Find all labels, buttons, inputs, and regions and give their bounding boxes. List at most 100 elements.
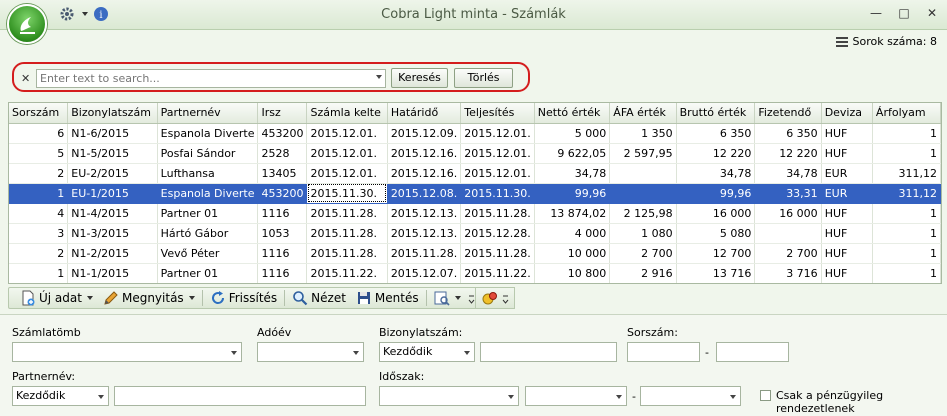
column-header[interactable]: Deviza [821, 103, 873, 124]
table-cell[interactable]: 10 800 [534, 263, 611, 283]
application-menu-button[interactable] [7, 4, 47, 44]
table-cell[interactable]: N1-2/2015 [67, 243, 158, 264]
table-cell[interactable]: 2015.12.01. [460, 163, 535, 184]
table-cell[interactable]: 2015.11.28. [460, 243, 535, 264]
table-cell[interactable]: 3 [9, 223, 69, 244]
column-header[interactable]: Fizetendő [754, 103, 822, 124]
search-dropdown-icon[interactable] [376, 75, 382, 79]
table-cell[interactable]: 2015.11.28. [306, 223, 388, 244]
search-field[interactable] [36, 69, 386, 88]
table-cell[interactable]: 2015.11.22. [460, 263, 535, 283]
table-cell[interactable]: 1 350 [609, 123, 677, 144]
table-cell[interactable]: 2 125,98 [609, 203, 677, 224]
table-cell[interactable]: 1 [9, 183, 69, 204]
table-cell[interactable]: 1116 [257, 203, 308, 224]
table-cell[interactable]: 1116 [257, 263, 308, 283]
table-cell[interactable]: 2015.12.01. [306, 163, 388, 184]
table-cell[interactable]: 2 [9, 163, 69, 184]
table-cell[interactable]: N1-1/2015 [67, 263, 158, 283]
table-cell[interactable]: HUF [821, 263, 873, 283]
column-header[interactable]: Határidő [387, 103, 462, 124]
table-row[interactable]: 6 N1-6/2015 Espanola Diverte 453200 2015.12.… [9, 123, 941, 144]
table-cell[interactable]: 12 700 [676, 243, 756, 264]
table-cell[interactable]: 2015.12.16. [387, 143, 462, 164]
column-header[interactable]: Árfolyam [872, 103, 941, 124]
print-button[interactable] [429, 288, 466, 308]
minimize-button[interactable]: — [869, 6, 883, 20]
save-button[interactable]: Mentés [351, 288, 424, 308]
table-cell[interactable]: 33,31 [754, 183, 822, 204]
table-cell[interactable]: 1 [872, 143, 941, 164]
table-cell[interactable]: 2015.11.22. [306, 263, 388, 283]
view-button[interactable]: Nézet [287, 288, 351, 308]
table-cell[interactable]: 1116 [257, 243, 308, 264]
table-cell[interactable]: Partner 01 [157, 203, 259, 224]
table-cell[interactable]: 2015.12.01. [460, 123, 535, 144]
table-cell[interactable]: 9 622,05 [534, 143, 611, 164]
table-cell[interactable]: 2015.11.28. [306, 243, 388, 264]
table-cell[interactable]: 311,12 [872, 163, 941, 184]
szamlatomb-select[interactable] [12, 342, 242, 362]
table-cell[interactable]: 2015.12.09. [387, 123, 462, 144]
table-cell[interactable]: 1 [872, 243, 941, 264]
table-cell[interactable]: 2015.12.28. [460, 223, 535, 244]
bizonylatszam-mode-select[interactable]: Kezdődik [379, 342, 475, 362]
sorszam-to-input[interactable] [716, 342, 789, 362]
new-dropdown-icon[interactable] [86, 296, 93, 300]
table-cell[interactable]: 2015.11.28. [460, 203, 535, 224]
table-cell[interactable]: 1 080 [609, 223, 677, 244]
table-cell[interactable]: HUF [821, 203, 873, 224]
table-cell[interactable]: 2 916 [609, 263, 677, 283]
unsettled-only-checkbox[interactable] [760, 390, 771, 401]
table-row[interactable]: 1 N1-1/2015 Partner 01 1116 2015.11.22. 2015.… [9, 263, 941, 283]
table-cell[interactable]: 1053 [257, 223, 308, 244]
column-header[interactable]: Számla kelte [306, 103, 388, 124]
search-input[interactable] [37, 70, 367, 87]
table-cell[interactable]: 5 080 [676, 223, 756, 244]
open-button[interactable]: Megnyitás [98, 288, 200, 308]
table-cell[interactable]: 2015.11.28. [306, 203, 388, 224]
table-cell[interactable]: 4 [9, 203, 69, 224]
column-header[interactable]: Teljesítés [460, 103, 535, 124]
table-cell[interactable]: HUF [821, 143, 873, 164]
close-button[interactable]: ✕ [925, 6, 939, 20]
table-cell[interactable]: HUF [821, 123, 873, 144]
table-cell[interactable]: HUF [821, 243, 873, 264]
table-cell[interactable]: 2 [9, 243, 69, 264]
table-cell[interactable]: 1 [872, 263, 941, 283]
table-cell[interactable]: 16 000 [676, 203, 756, 224]
column-header[interactable]: ÁFA érték [609, 103, 677, 124]
close-search-icon[interactable]: ✕ [21, 72, 30, 85]
partnernev-mode-select[interactable]: Kezdődik [12, 386, 109, 406]
table-cell[interactable]: Partner 01 [157, 263, 259, 283]
table-cell[interactable]: 2528 [257, 143, 308, 164]
table-cell[interactable] [609, 163, 677, 184]
table-cell[interactable]: EU-2/2015 [67, 163, 158, 184]
table-cell[interactable]: 2015.11.28. [387, 243, 462, 264]
table-cell[interactable]: 2 700 [609, 243, 677, 264]
table-cell[interactable]: 453200 [257, 183, 308, 204]
table-cell[interactable]: 34,78 [676, 163, 756, 184]
money-coins-icon[interactable] [482, 290, 498, 306]
table-cell[interactable]: 1 [872, 223, 941, 244]
search-button[interactable]: Keresés [391, 68, 448, 88]
table-cell[interactable]: 2 700 [754, 243, 822, 264]
table-cell[interactable]: N1-6/2015 [67, 123, 158, 144]
table-cell[interactable]: N1-4/2015 [67, 203, 158, 224]
table-cell[interactable]: 1 [872, 123, 941, 144]
table-cell[interactable] [754, 223, 822, 244]
table-cell[interactable]: 13 716 [676, 263, 756, 283]
idoszak-to-select[interactable] [640, 386, 741, 406]
table-cell[interactable]: 2015.12.01. [306, 123, 388, 144]
table-cell[interactable]: Vevő Péter [157, 243, 259, 264]
table-cell[interactable]: 2 597,95 [609, 143, 677, 164]
table-cell[interactable]: Hártó Gábor [157, 223, 259, 244]
table-cell[interactable]: 12 220 [754, 143, 822, 164]
refresh-button[interactable]: Frissítés [205, 288, 282, 308]
table-cell[interactable]: 4 000 [534, 223, 611, 244]
table-cell[interactable]: N1-3/2015 [67, 223, 158, 244]
maximize-button[interactable]: □ [897, 6, 911, 20]
table-cell[interactable]: 6 350 [676, 123, 756, 144]
table-cell[interactable]: 2015.12.07. [387, 263, 462, 283]
table-cell[interactable] [609, 183, 677, 204]
